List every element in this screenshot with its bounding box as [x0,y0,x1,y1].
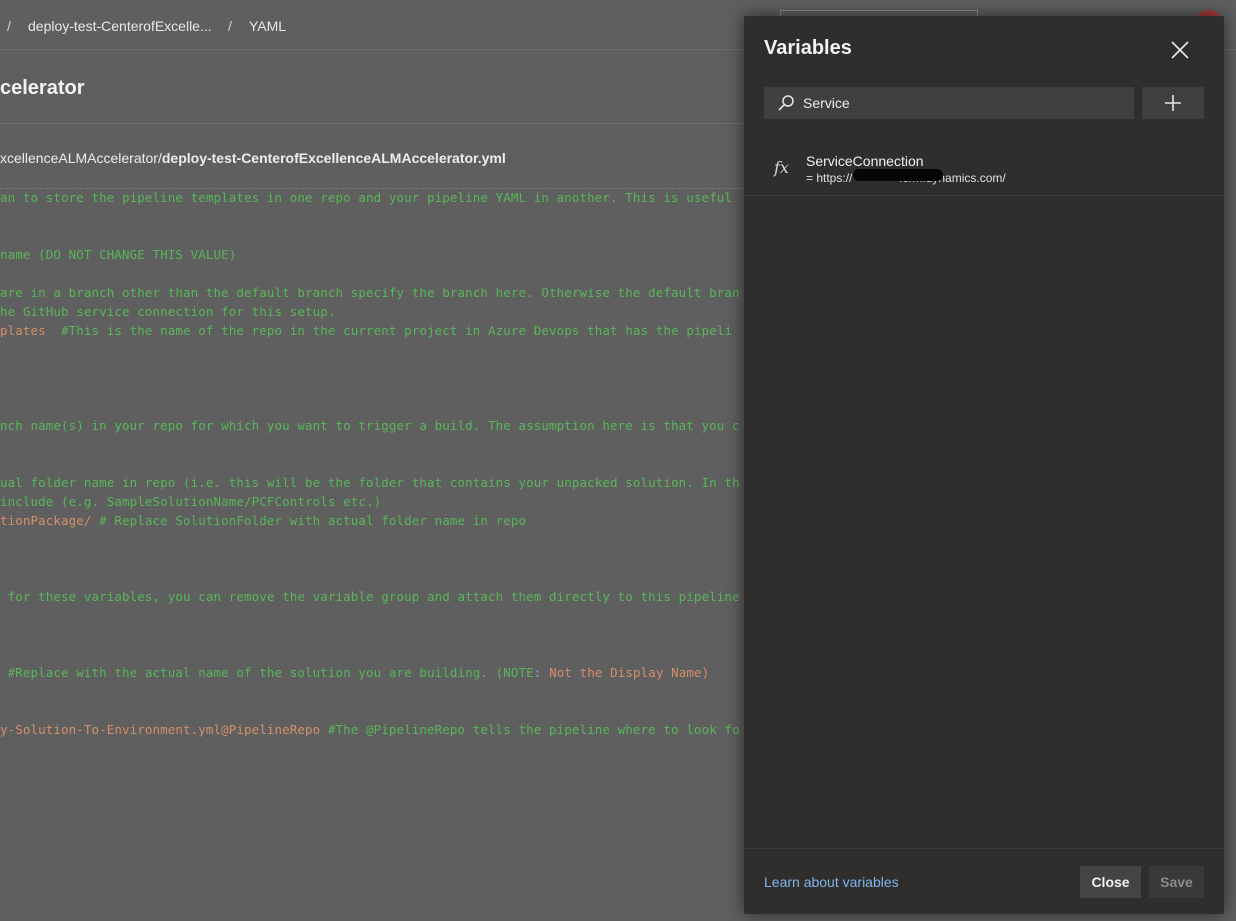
code-line: are in a branch other than the default b… [0,285,740,300]
code-line: plates #This is the name of the repo in … [0,323,732,338]
code-token: an to store the pipeline templates in on… [0,190,733,205]
page-title: celerator [0,77,85,99]
code-token: include (e.g. SampleSolutionName/PCFCont… [0,494,382,509]
breadcrumb-pipeline[interactable]: deploy-test-CenterofExcelle... [28,18,212,34]
footer-divider [744,848,1224,849]
file-path-file: deploy-test-CenterofExcellenceALMAcceler… [161,150,506,166]
code-line: he GitHub service connection for this se… [0,304,336,319]
save-button[interactable]: Save [1149,866,1204,898]
breadcrumb-separator: / [228,18,232,34]
breadcrumb-separator: / [7,18,11,34]
code-token: he GitHub service connection for this se… [0,304,336,319]
redaction-mark [853,169,943,181]
close-button[interactable]: Close [1080,866,1141,898]
code-token: Not the Display Name) [541,665,710,680]
code-divider [0,188,760,189]
code-token: #This is the name of the repo in the cur… [45,323,733,338]
search-input[interactable] [801,87,1134,119]
breadcrumb-current[interactable]: YAML [249,18,286,34]
file-path: xcellenceALMAccelerator/deploy-test-Cent… [0,150,506,166]
code-token: y-Solution-To-Environment.yml@PipelineRe… [0,722,321,737]
search-icon [778,95,794,111]
variable-search-box[interactable] [764,87,1134,119]
variables-panel: Variables fx ServiceConnection = https:/… [744,16,1224,914]
code-token: nch name(s) in your repo for which you w… [0,418,740,433]
learn-about-variables-link[interactable]: Learn about variables [764,874,899,890]
code-line: name (DO NOT CHANGE THIS VALUE) [0,247,236,262]
code-line: ual folder name in repo (i.e. this will … [0,475,740,490]
code-line: tionPackage/ # Replace SolutionFolder wi… [0,513,526,528]
code-token: # Replace SolutionFolder with actual fol… [91,513,527,528]
code-token: tionPackage/ [0,513,92,528]
close-icon [1171,41,1189,59]
add-variable-button[interactable] [1142,87,1204,119]
close-panel-button[interactable] [1168,38,1192,62]
divider [0,123,760,124]
code-token: name (DO NOT CHANGE THIS VALUE) [0,247,237,262]
code-token: ual folder name in repo (i.e. this will … [0,475,740,490]
fx-icon: fx [774,158,789,177]
code-line: y-Solution-To-Environment.yml@PipelineRe… [0,722,740,737]
code-line: include (e.g. SampleSolutionName/PCFCont… [0,494,381,509]
code-token: #Replace with the actual name of the sol… [0,665,534,680]
plus-icon [1165,95,1181,111]
code-line: an to store the pipeline templates in on… [0,190,732,205]
code-token: #The @PipelineRepo tells the pipeline wh… [320,722,740,737]
panel-title: Variables [764,37,852,59]
code-token: for these variables, you can remove the … [0,589,740,604]
code-line: nch name(s) in your repo for which you w… [0,418,740,433]
variable-name: ServiceConnection [806,153,924,169]
code-token: plates [0,323,46,338]
code-line: for these variables, you can remove the … [0,589,740,604]
variable-row[interactable]: fx ServiceConnection = https:// .crm.dyn… [744,146,1224,196]
file-path-folder[interactable]: xcellenceALMAccelerator/ [0,150,162,166]
code-line: #Replace with the actual name of the sol… [0,665,709,680]
code-token: are in a branch other than the default b… [0,285,740,300]
